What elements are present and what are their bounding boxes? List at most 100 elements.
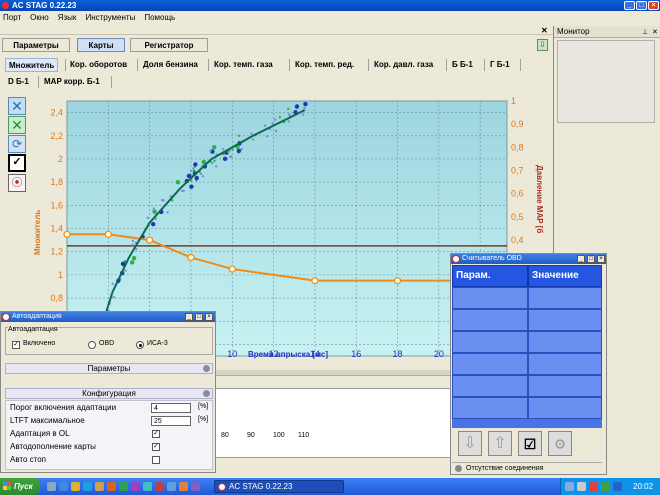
export-icon[interactable]: ⇩ xyxy=(537,39,548,51)
map-tab-b-b1[interactable]: Б Б-1 xyxy=(449,58,476,72)
menu-window[interactable]: Окно xyxy=(30,13,49,22)
table-row[interactable] xyxy=(528,375,602,397)
tab-maps[interactable]: Карты xyxy=(77,38,125,52)
taskbar-task-button[interactable]: AC STAG 0.22.23 xyxy=(214,480,344,493)
obd-status-bar: Отсутствие соединения xyxy=(452,462,602,474)
table-row[interactable] xyxy=(452,287,528,309)
map-tab-label: MAP корр. Б-1 xyxy=(44,77,100,86)
minimize-button[interactable]: _ xyxy=(624,1,635,10)
quicklaunch-app-icon[interactable] xyxy=(119,482,128,491)
table-row[interactable] xyxy=(528,353,602,375)
menu-help[interactable]: Помощь xyxy=(144,13,175,22)
map-tab-map-corr[interactable]: MAP корр. Б-1 xyxy=(41,75,103,89)
ltft-input[interactable]: 25 xyxy=(151,416,191,426)
check-icon[interactable]: ☑ xyxy=(518,431,542,456)
table-row[interactable] xyxy=(528,331,602,353)
graph-icon[interactable]: ⦿ xyxy=(8,174,26,192)
monitor-close-icon[interactable]: ✕ xyxy=(652,27,658,39)
autoadapt-maximize-button[interactable]: □ xyxy=(195,313,203,321)
ol-checkbox[interactable]: ✓ xyxy=(152,430,160,438)
quicklaunch-media-icon[interactable] xyxy=(107,482,116,491)
menu-language[interactable]: Язык xyxy=(58,13,77,22)
tray-network-icon[interactable] xyxy=(565,482,574,491)
y-left-tick-label: 0,8 xyxy=(50,293,63,303)
tab-logger[interactable]: Регистратор xyxy=(130,38,208,52)
close-button[interactable]: × xyxy=(648,1,659,10)
map-tab-g-b1[interactable]: Г Б-1 xyxy=(487,58,513,72)
refresh-icon[interactable]: ⟳ xyxy=(8,135,26,153)
quicklaunch-folder-icon[interactable] xyxy=(95,482,104,491)
table-row[interactable] xyxy=(452,353,528,375)
quicklaunch-app3-icon[interactable] xyxy=(143,482,152,491)
y-left-tick-label: 1,2 xyxy=(50,247,63,257)
autoadapt-minimize-button[interactable]: _ xyxy=(185,313,193,321)
menu-tools[interactable]: Инструменты xyxy=(85,13,135,22)
expand-icon[interactable] xyxy=(203,365,210,372)
arrow-up-icon[interactable]: ⇧ xyxy=(488,431,512,456)
quicklaunch-skype-icon[interactable] xyxy=(83,482,92,491)
mode-obd-radio[interactable] xyxy=(88,341,96,349)
autoadapt-close-button[interactable]: × xyxy=(205,313,213,321)
config-header[interactable]: Конфигурация xyxy=(5,388,213,399)
data-point xyxy=(189,184,194,189)
table-row[interactable] xyxy=(452,309,528,331)
menu-port[interactable]: Порт xyxy=(3,13,21,22)
tray-app-icon[interactable] xyxy=(601,482,610,491)
tray-antivirus-icon[interactable] xyxy=(589,482,598,491)
delete-green-icon[interactable]: ✕ xyxy=(8,116,26,134)
y-right-ticks: 10,90,80,70,60,50,40,3 xyxy=(511,96,524,268)
collapse-icon[interactable] xyxy=(203,390,210,397)
map-tab-rpm-corr[interactable]: Кор. оборотов xyxy=(67,58,130,72)
data-point xyxy=(211,145,217,150)
table-row[interactable] xyxy=(528,397,602,419)
quicklaunch-app4-icon[interactable] xyxy=(155,482,164,491)
tray-volume-icon[interactable] xyxy=(577,482,586,491)
table-row[interactable] xyxy=(528,287,602,309)
quicklaunch-browser-icon[interactable] xyxy=(59,482,68,491)
mode-ica-radio[interactable] xyxy=(136,341,144,349)
delete-points-icon[interactable]: ✕ xyxy=(8,97,26,115)
map-tab-gas-temp[interactable]: Кор. темп. газа xyxy=(211,58,276,72)
params-header[interactable]: Параметры xyxy=(5,363,213,374)
checkbox-icon[interactable]: ✓ xyxy=(8,154,26,172)
map-tab-d-b1[interactable]: D Б-1 xyxy=(5,75,32,89)
quicklaunch-app5-icon[interactable] xyxy=(167,482,176,491)
table-row[interactable] xyxy=(528,309,602,331)
maximize-button[interactable]: □ xyxy=(636,1,647,10)
map-curve-node xyxy=(146,236,154,244)
data-point xyxy=(180,189,184,193)
obd-maximize-button[interactable]: □ xyxy=(587,255,595,263)
quicklaunch-mail-icon[interactable] xyxy=(71,482,80,491)
map-tab-gas-pressure[interactable]: Кор. давл. газа xyxy=(371,58,436,72)
enabled-checkbox[interactable]: ✓ xyxy=(12,341,20,349)
quicklaunch-app2-icon[interactable] xyxy=(131,482,140,491)
mode-obd-label: OBD xyxy=(99,340,115,347)
obd-close-button[interactable]: × xyxy=(597,255,605,263)
data-point xyxy=(266,135,269,138)
start-button[interactable]: Пуск xyxy=(0,478,40,495)
table-row[interactable] xyxy=(452,331,528,353)
inner-close-icon[interactable]: ✕ xyxy=(541,27,549,35)
tray-lang-icon[interactable] xyxy=(613,482,622,491)
pin-icon[interactable]: ⊥ xyxy=(642,27,648,39)
window-title: AC STAG 0.22.23 xyxy=(12,1,77,10)
map-tab-reducer-temp[interactable]: Кор. темп. ред. xyxy=(292,58,357,72)
quicklaunch-desktop-icon[interactable] xyxy=(47,482,56,491)
map-tab-petrol-share[interactable]: Доля бензина xyxy=(140,58,201,72)
settings-gear-icon[interactable]: ⚙ xyxy=(548,431,572,456)
table-row[interactable] xyxy=(452,375,528,397)
y-left-tick-label: 1,4 xyxy=(50,224,63,234)
map-tab-label: D Б-1 xyxy=(8,77,29,86)
tab-parameters[interactable]: Параметры xyxy=(2,38,70,52)
autostop-checkbox[interactable] xyxy=(152,456,160,464)
obd-minimize-button[interactable]: _ xyxy=(577,255,585,263)
arrow-down-icon[interactable]: ⇩ xyxy=(458,431,482,456)
autofill-checkbox[interactable]: ✓ xyxy=(152,443,160,451)
threshold-input[interactable]: 4 xyxy=(151,403,191,413)
map-tab-label: Кор. давл. газа xyxy=(374,60,434,69)
map-tab-multiplier[interactable]: Множитель xyxy=(5,58,59,72)
table-row[interactable] xyxy=(452,397,528,419)
map-curve-node xyxy=(63,230,71,238)
quicklaunch-app6-icon[interactable] xyxy=(179,482,188,491)
quicklaunch-app7-icon[interactable] xyxy=(191,482,200,491)
